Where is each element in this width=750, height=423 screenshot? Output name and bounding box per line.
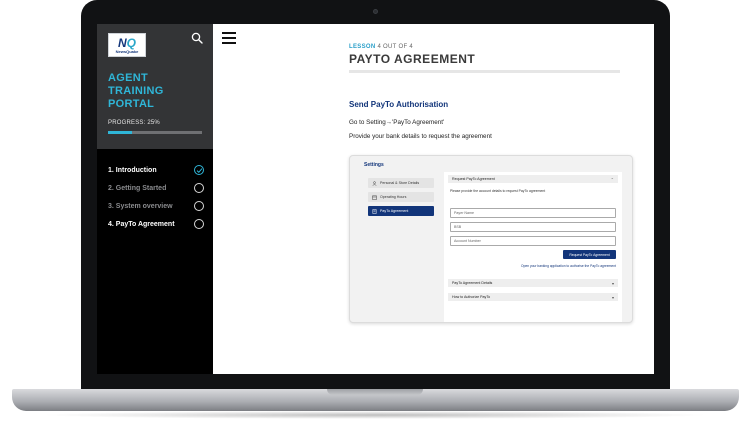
settings-title: Settings	[364, 162, 384, 168]
logo-mark-q: Q	[126, 35, 136, 50]
logo-mark-n: N	[117, 35, 127, 50]
settings-nav-label: Operating Hours	[380, 195, 407, 199]
settings-nav-label: PayTo Agreement	[380, 209, 409, 213]
lesson-item-label: 1. Introduction	[108, 166, 157, 174]
settings-panel: Request PayTo Agreement ⌃ Please provide…	[444, 172, 622, 322]
settings-nav-item: Operating Hours	[368, 192, 434, 202]
portal-title-line: PORTAL	[108, 98, 155, 110]
instruction-text: Provide your bank details to request the…	[349, 133, 492, 140]
title-divider	[349, 70, 620, 73]
portal-title-line: TRAINING	[108, 85, 164, 97]
sidebar-header: NQ NewsQuake AGENT TRAINING PORTAL PROGR…	[97, 24, 213, 149]
document-icon	[372, 208, 377, 214]
logo-text: NewsQuake	[115, 48, 139, 54]
accordion-label: How to Authorize PayTo	[452, 295, 491, 299]
lesson-counter-prefix: LESSON	[349, 44, 376, 50]
lesson-counter-value: 4 OUT OF 4	[377, 44, 414, 50]
accordion-payto-details: PayTo Agreement Details ▾	[448, 279, 618, 287]
lesson-item-label: 3. System overview	[108, 202, 173, 210]
empty-circle-icon	[194, 201, 204, 211]
instruction-text: Go to Setting→'PayTo Agreement'	[349, 119, 445, 126]
settings-nav-item-active: PayTo Agreement	[368, 206, 434, 216]
laptop-screen: NQ NewsQuake AGENT TRAINING PORTAL PROGR…	[97, 24, 654, 374]
lesson-item-system-overview[interactable]: 3. System overview	[108, 197, 204, 215]
portal-title: AGENT TRAINING PORTAL	[108, 72, 208, 111]
check-circle-icon	[194, 165, 204, 175]
accordion-how-to-authorize: How to Authorize PayTo ▾	[448, 293, 618, 301]
panel-hint: Please provide the account details to re…	[450, 189, 546, 193]
laptop-notch	[327, 389, 423, 395]
chevron-down-icon: ▾	[611, 294, 614, 300]
empty-circle-icon	[194, 183, 204, 193]
progress-label: PROGRESS: 25%	[108, 120, 160, 126]
lesson-item-getting-started[interactable]: 2. Getting Started	[108, 179, 204, 197]
accordion-request-payto: Request PayTo Agreement ⌃	[448, 175, 618, 183]
bsb-field: BSB	[450, 222, 616, 232]
lesson-item-payto-agreement[interactable]: 4. PayTo Agreement	[108, 215, 204, 233]
chevron-down-icon: ▾	[611, 280, 614, 286]
menu-icon[interactable]	[222, 32, 236, 44]
logo-mark: NQ	[118, 37, 136, 49]
settings-nav-label: Personal & Store Details	[380, 181, 420, 185]
lesson-counter: LESSON 4 OUT OF 4	[349, 44, 413, 50]
account-number-field: Account Number	[450, 236, 616, 246]
user-icon	[372, 180, 377, 186]
sidebar: NQ NewsQuake AGENT TRAINING PORTAL PROGR…	[97, 24, 213, 374]
laptop-shadow	[40, 411, 710, 419]
payer-name-field: Payer Name	[450, 208, 616, 218]
progress-bar-fill	[108, 131, 132, 134]
lesson-item-introduction[interactable]: 1. Introduction	[108, 161, 204, 179]
lesson-item-label: 2. Getting Started	[108, 184, 167, 192]
section-heading: Send PayTo Authorisation	[349, 100, 449, 109]
portal-title-line: AGENT	[108, 72, 148, 84]
accordion-label: Request PayTo Agreement	[452, 177, 495, 181]
settings-screenshot: Settings Personal & Store Details Operat…	[349, 155, 633, 323]
chevron-up-icon: ⌃	[610, 176, 614, 182]
accordion-label: PayTo Agreement Details	[452, 281, 493, 285]
settings-nav: Personal & Store Details Operating Hours…	[368, 178, 434, 220]
settings-nav-item: Personal & Store Details	[368, 178, 434, 188]
request-payto-button: Request PayTo Agreement	[563, 250, 616, 259]
newsquake-logo[interactable]: NQ NewsQuake	[108, 33, 146, 57]
progress-bar	[108, 131, 202, 134]
calendar-icon	[372, 195, 377, 200]
lesson-list: 1. Introduction 2. Getting Started 3. Sy…	[108, 161, 204, 233]
search-icon[interactable]	[191, 32, 203, 44]
authorise-note: Open your banking application to authori…	[521, 264, 616, 268]
lesson-item-label: 4. PayTo Agreement	[108, 220, 175, 228]
camera-dot	[373, 9, 378, 14]
page-title: PAYTO AGREEMENT	[349, 52, 476, 66]
empty-circle-icon	[194, 219, 204, 229]
